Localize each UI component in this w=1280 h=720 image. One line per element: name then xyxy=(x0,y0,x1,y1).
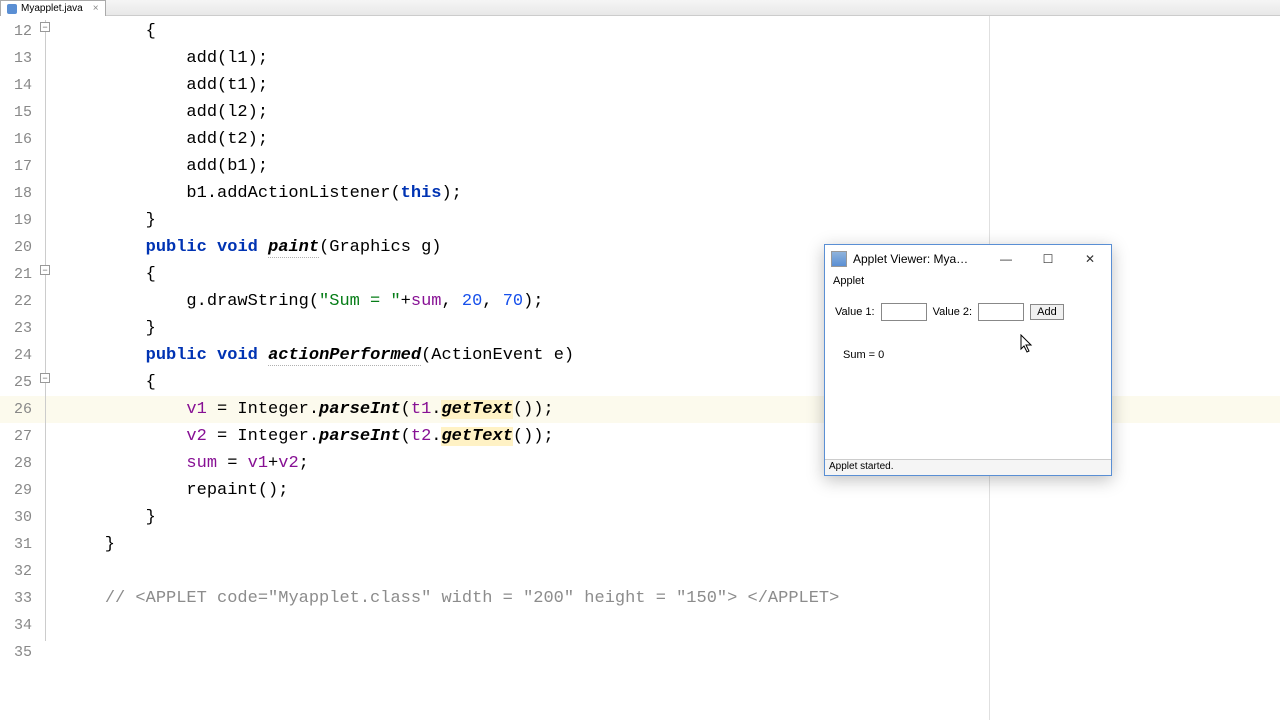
tab-filename: Myapplet.java xyxy=(21,3,83,14)
code-line[interactable]: add(l1); xyxy=(64,45,1280,72)
code-line[interactable]: b1.addActionListener(this); xyxy=(64,180,1280,207)
code-line[interactable]: } xyxy=(64,207,1280,234)
value2-input[interactable] xyxy=(978,303,1024,321)
applet-menu[interactable]: Applet xyxy=(825,273,1111,289)
code-line[interactable]: add(l2); xyxy=(64,99,1280,126)
fold-toggle[interactable]: − xyxy=(40,373,50,383)
java-icon xyxy=(831,251,847,267)
window-title: Applet Viewer: Mya… xyxy=(853,252,985,266)
line-number-gutter: 1213141516171819202122232425262728293031… xyxy=(0,16,38,720)
code-line[interactable]: add(b1); xyxy=(64,153,1280,180)
code-line[interactable]: } xyxy=(64,504,1280,531)
code-line[interactable]: // <APPLET code="Myapplet.class" width =… xyxy=(64,585,1280,612)
code-line[interactable]: repaint(); xyxy=(64,477,1280,504)
code-line[interactable]: { xyxy=(64,18,1280,45)
fold-strip: − − − xyxy=(38,16,64,720)
close-button[interactable]: ✕ xyxy=(1069,245,1111,273)
file-tab[interactable]: Myapplet.java × xyxy=(0,0,106,16)
java-file-icon xyxy=(7,4,17,14)
tab-bar: Myapplet.java × xyxy=(0,0,1280,16)
mouse-cursor xyxy=(1020,334,1034,354)
add-button[interactable]: Add xyxy=(1030,304,1064,320)
value1-label: Value 1: xyxy=(835,306,875,318)
minimize-button[interactable]: — xyxy=(985,245,1027,273)
code-line[interactable] xyxy=(64,612,1280,639)
status-bar: Applet started. xyxy=(825,459,1111,475)
window-titlebar[interactable]: Applet Viewer: Mya… — ☐ ✕ xyxy=(825,245,1111,273)
code-line[interactable]: } xyxy=(64,531,1280,558)
code-line[interactable] xyxy=(64,558,1280,585)
applet-viewer-window[interactable]: Applet Viewer: Mya… — ☐ ✕ Applet Value 1… xyxy=(824,244,1112,476)
value1-input[interactable] xyxy=(881,303,927,321)
code-line[interactable]: add(t1); xyxy=(64,72,1280,99)
code-line[interactable]: add(t2); xyxy=(64,126,1280,153)
value2-label: Value 2: xyxy=(933,306,973,318)
applet-body: Value 1: Value 2: Add Sum = 0 xyxy=(825,289,1111,361)
fold-toggle[interactable]: − xyxy=(40,265,50,275)
close-icon[interactable]: × xyxy=(93,3,99,14)
sum-output: Sum = 0 xyxy=(843,349,1101,361)
fold-toggle[interactable]: − xyxy=(40,22,50,32)
maximize-button[interactable]: ☐ xyxy=(1027,245,1069,273)
